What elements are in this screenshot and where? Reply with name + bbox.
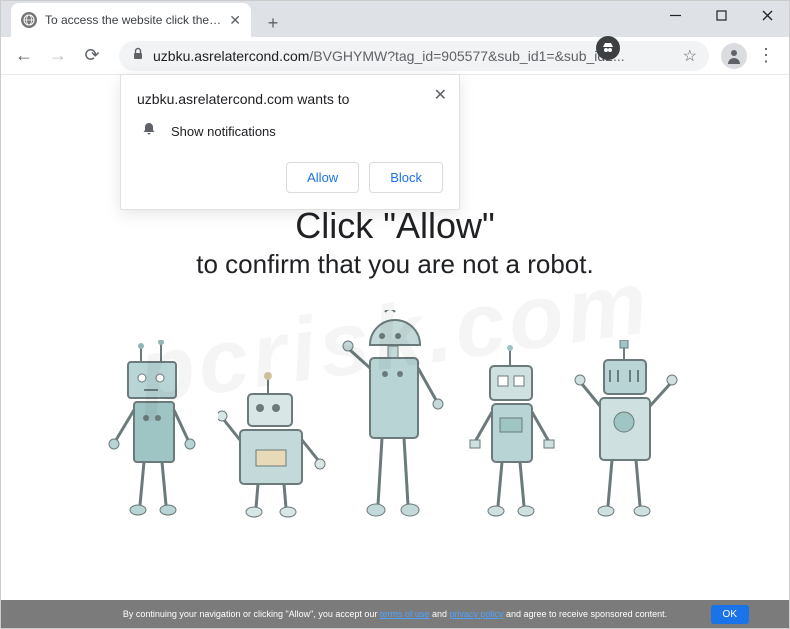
footer-ok-button[interactable]: OK <box>711 605 749 624</box>
minimize-button[interactable] <box>652 0 698 30</box>
lock-icon <box>131 47 145 64</box>
address-bar[interactable]: uzbku.asrelatercond.com/BVGHYMW?tag_id=9… <box>119 41 709 71</box>
close-window-button[interactable] <box>744 0 790 30</box>
globe-icon <box>21 12 37 28</box>
robot-icon <box>574 340 684 520</box>
new-tab-button[interactable]: + <box>259 9 287 37</box>
back-button[interactable]: ← <box>9 41 39 71</box>
tab-title: To access the website click the "A <box>45 13 221 27</box>
robots-illustration <box>106 310 684 520</box>
block-button[interactable]: Block <box>369 162 443 193</box>
toolbar: ← → ⟳ uzbku.asrelatercond.com/BVGHYMW?ta… <box>1 37 789 75</box>
page-headline: Click "Allow" <box>295 205 495 247</box>
window-controls <box>652 0 790 30</box>
close-icon[interactable]: ✕ <box>434 85 447 105</box>
bookmark-star-icon[interactable]: ☆ <box>683 46 697 66</box>
permission-text: Show notifications <box>171 124 276 139</box>
forward-button[interactable]: → <box>43 41 73 71</box>
robot-icon <box>340 310 450 520</box>
maximize-button[interactable] <box>698 0 744 30</box>
profile-avatar[interactable] <box>721 43 747 69</box>
terms-link[interactable]: terms of use <box>380 609 430 619</box>
allow-button[interactable]: Allow <box>286 162 359 193</box>
browser-tab[interactable]: To access the website click the "A ✕ <box>11 3 251 37</box>
robot-icon <box>218 340 328 520</box>
reload-button[interactable]: ⟳ <box>77 41 107 71</box>
incognito-icon[interactable] <box>596 36 620 60</box>
tab-close-icon[interactable]: ✕ <box>229 12 241 29</box>
permission-origin: uzbku.asrelatercond.com wants to <box>137 91 443 107</box>
notification-permission-dialog: ✕ uzbku.asrelatercond.com wants to Show … <box>120 74 460 210</box>
robot-icon <box>106 340 206 520</box>
page-subline: to confirm that you are not a robot. <box>196 249 593 280</box>
chrome-menu-button[interactable]: ⋮ <box>751 41 781 71</box>
bell-icon <box>141 121 157 142</box>
footer-text: By continuing your navigation or clickin… <box>123 609 667 619</box>
robot-icon <box>462 340 562 520</box>
cookie-footer: By continuing your navigation or clickin… <box>1 600 789 628</box>
privacy-link[interactable]: privacy policy <box>449 609 503 619</box>
